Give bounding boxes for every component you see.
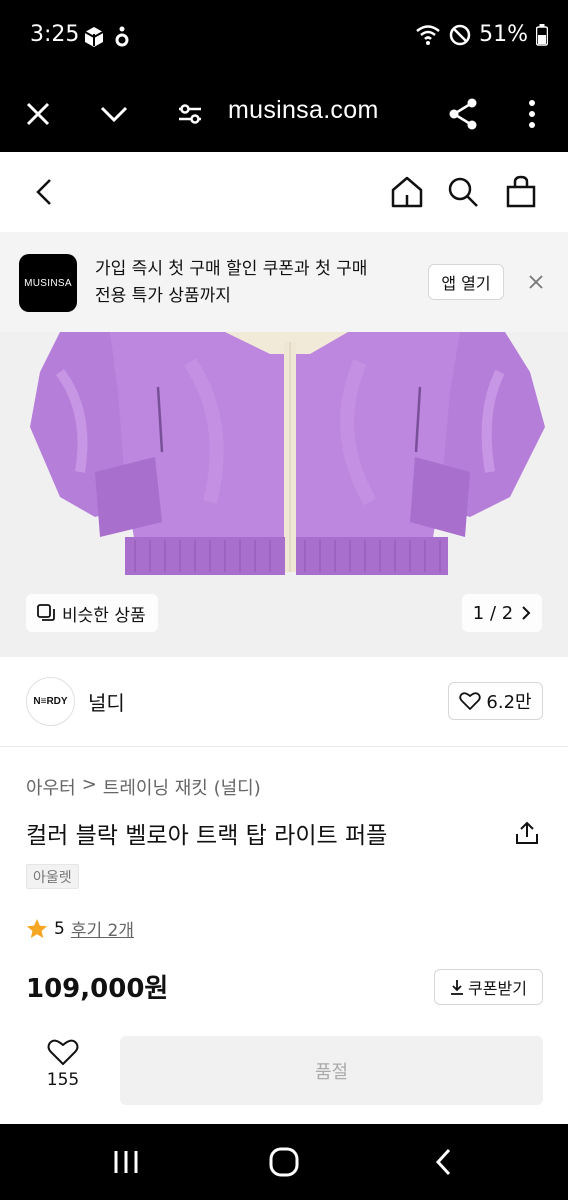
more-options-icon[interactable]	[510, 92, 554, 136]
product-image-gallery[interactable]: 비슷한 상품 1 / 2	[0, 332, 568, 657]
close-tab-icon[interactable]	[16, 92, 60, 136]
chevron-right-icon	[522, 606, 531, 620]
download-icon	[451, 980, 464, 995]
close-icon[interactable]	[524, 270, 548, 294]
share-product-icon[interactable]	[512, 818, 542, 848]
battery-percent: 51%	[479, 22, 528, 47]
brand-like-button[interactable]: 6.2만	[448, 682, 543, 720]
share-icon[interactable]	[441, 92, 485, 136]
brand-row: N≡RDY 널디 6.2만	[0, 657, 568, 747]
product-title: 컬러 블락 벨로아 트랙 탑 라이트 퍼플	[26, 823, 388, 849]
search-icon[interactable]	[443, 172, 483, 212]
back-arrow-icon[interactable]	[24, 172, 64, 212]
browser-toolbar: musinsa.com	[0, 76, 568, 152]
status-time: 3:25	[30, 22, 80, 47]
soldout-button: 품절	[120, 1036, 543, 1105]
outlet-tag: 아울렛	[26, 864, 79, 889]
breadcrumb-item[interactable]: 트레이닝 재킷 (널디)	[103, 774, 261, 800]
status-bar: 3:25 51%	[0, 0, 568, 76]
wifi-icon	[416, 24, 440, 45]
app-install-banner: MUSINSA 가입 즉시 첫 구매 할인 쿠폰과 첫 구매 전용 특가 상품까…	[0, 232, 568, 332]
bottom-action-bar: 155 품절	[0, 1020, 568, 1124]
do-not-disturb-icon	[449, 24, 471, 45]
battery-icon	[536, 23, 548, 46]
breadcrumb: 아우터 > 트레이닝 재킷 (널디)	[26, 774, 261, 800]
rating-row: 5 후기 2개	[26, 916, 134, 941]
heart-icon	[47, 1039, 79, 1065]
breadcrumb-item[interactable]: 아우터	[26, 774, 76, 800]
chevron-down-icon[interactable]	[92, 92, 136, 136]
wish-count: 155	[46, 1070, 80, 1090]
package-icon	[84, 27, 104, 47]
site-settings-icon[interactable]	[168, 92, 212, 136]
home-button-icon[interactable]	[264, 1142, 304, 1182]
star-icon	[27, 918, 47, 938]
reviews-link[interactable]: 후기 2개	[71, 916, 134, 941]
brand-logo[interactable]: N≡RDY	[26, 677, 75, 726]
recent-apps-icon[interactable]	[106, 1142, 146, 1182]
open-app-button[interactable]: 앱 열기	[428, 264, 504, 300]
price: 109,000원	[26, 974, 169, 1004]
site-header	[0, 152, 568, 232]
rating-value: 5	[54, 918, 65, 939]
banner-message: 가입 즉시 첫 구매 할인 쿠폰과 첫 구매 전용 특가 상품까지	[95, 259, 368, 306]
image-pager[interactable]: 1 / 2	[462, 594, 542, 632]
heart-icon	[459, 692, 482, 710]
copy-icon	[37, 604, 55, 621]
breadcrumb-separator: >	[81, 774, 97, 795]
app-notification-icon	[115, 26, 129, 47]
system-nav-bar	[0, 1124, 568, 1200]
back-button-icon[interactable]	[424, 1142, 464, 1182]
musinsa-logo: MUSINSA	[19, 254, 77, 312]
home-icon[interactable]	[387, 172, 427, 212]
similar-products-button[interactable]: 비슷한 상품	[26, 594, 158, 632]
wishlist-button[interactable]: 155	[30, 1038, 96, 1108]
coupon-button[interactable]: 쿠폰받기	[434, 969, 543, 1005]
shopping-bag-icon[interactable]	[501, 172, 541, 212]
url-bar[interactable]: musinsa.com	[228, 96, 379, 125]
brand-name[interactable]: 널디	[88, 687, 125, 716]
